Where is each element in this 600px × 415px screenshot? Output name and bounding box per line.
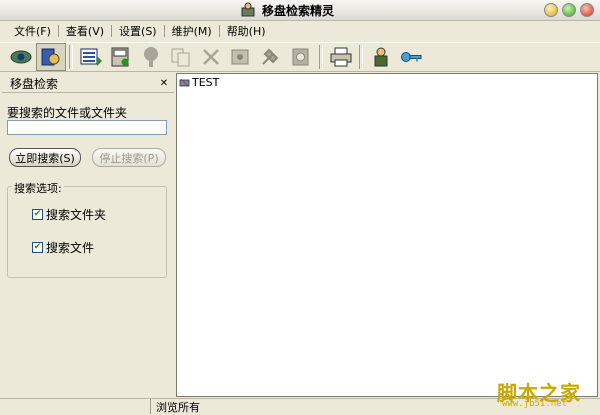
option-folder-checkbox[interactable]: ✔ (32, 209, 43, 220)
copy-button[interactable] (166, 43, 196, 71)
delete-button[interactable] (196, 43, 226, 71)
tree-view[interactable]: TEST (176, 73, 598, 397)
menu-separator (57, 25, 59, 37)
menu-separator (163, 25, 165, 37)
menu-view[interactable]: 查看(V) (60, 23, 110, 39)
print-button[interactable] (326, 43, 356, 71)
title-bar: 移盘检索精灵 (0, 0, 600, 21)
disk-button[interactable] (286, 43, 316, 71)
copy-icon (171, 48, 190, 67)
option-file-checkbox[interactable]: ✔ (32, 242, 43, 253)
search-label: 要搜索的文件或文件夹 (7, 106, 128, 120)
toolbar-separator (359, 45, 363, 69)
close-icon[interactable]: ✕ (158, 77, 170, 89)
delete-icon (203, 49, 219, 65)
stop-search-button[interactable]: 停止搜索(P) (92, 148, 166, 167)
watermark-url: www.jb51.net (502, 399, 568, 409)
tree-icon (144, 47, 158, 67)
window-title: 移盘检索精灵 (262, 3, 335, 18)
maximize-button[interactable] (562, 3, 576, 17)
window-controls (544, 3, 594, 17)
search-panel-header: 移盘检索 ✕ (2, 74, 174, 93)
app-icon (241, 2, 255, 17)
printer-icon (330, 47, 352, 67)
drive-info-button[interactable] (226, 43, 256, 71)
toolbar-separator (319, 45, 323, 69)
status-text: 浏览所有 (150, 399, 200, 414)
menu-help[interactable]: 帮助(H) (221, 23, 272, 39)
option-file-row: ✔ 搜索文件 (32, 239, 94, 256)
search-options-group: 搜索选项: ✔ 搜索文件夹 ✔ 搜索文件 (7, 180, 167, 278)
menu-file[interactable]: 文件(F) (8, 23, 57, 39)
search-drive-icon (41, 48, 60, 66)
disk-icon (292, 48, 309, 66)
start-search-button[interactable]: 立即搜索(S) (9, 148, 81, 167)
network-drive-icon (179, 78, 190, 87)
menu-bar: 文件(F) 查看(V) 设置(S) 维护(M) 帮助(H) (0, 21, 600, 41)
cabinet-icon (111, 47, 129, 67)
tree-node-root[interactable]: TEST (179, 76, 219, 89)
search-panel: 移盘检索 ✕ 要搜索的文件或文件夹 立即搜索(S) 停止搜索(P) 搜索选项: … (2, 74, 174, 396)
cabinet-button[interactable] (106, 43, 136, 71)
minimize-button[interactable] (544, 3, 558, 17)
tree-button[interactable] (136, 43, 166, 71)
search-input[interactable] (7, 120, 167, 135)
tools-button[interactable] (256, 43, 286, 71)
list-download-icon (80, 48, 102, 66)
key-button[interactable] (396, 43, 426, 71)
view-button[interactable] (6, 43, 36, 71)
menu-separator (218, 25, 220, 37)
list-button[interactable] (76, 43, 106, 71)
tree-node-label: TEST (192, 76, 220, 89)
search-panel-title: 移盘检索 (10, 76, 59, 91)
option-folder-row: ✔ 搜索文件夹 (32, 206, 106, 223)
search-drive-button[interactable] (36, 43, 66, 71)
option-folder-label: 搜索文件夹 (46, 208, 107, 222)
title-wrap: 移盘检索精灵 (240, 2, 334, 18)
toolbar (0, 42, 600, 72)
key-icon (401, 52, 422, 62)
option-file-label: 搜索文件 (46, 241, 95, 255)
user-icon (374, 47, 388, 67)
user-button[interactable] (366, 43, 396, 71)
close-button[interactable] (580, 3, 594, 17)
menu-settings[interactable]: 设置(S) (113, 23, 163, 39)
menu-separator (111, 25, 113, 37)
tools-icon (262, 48, 279, 65)
eye-icon (10, 50, 32, 64)
toolbar-separator (69, 45, 73, 69)
search-options-legend: 搜索选项: (12, 180, 64, 196)
menu-maintain[interactable]: 维护(M) (166, 23, 218, 39)
drive-info-icon (231, 49, 249, 65)
